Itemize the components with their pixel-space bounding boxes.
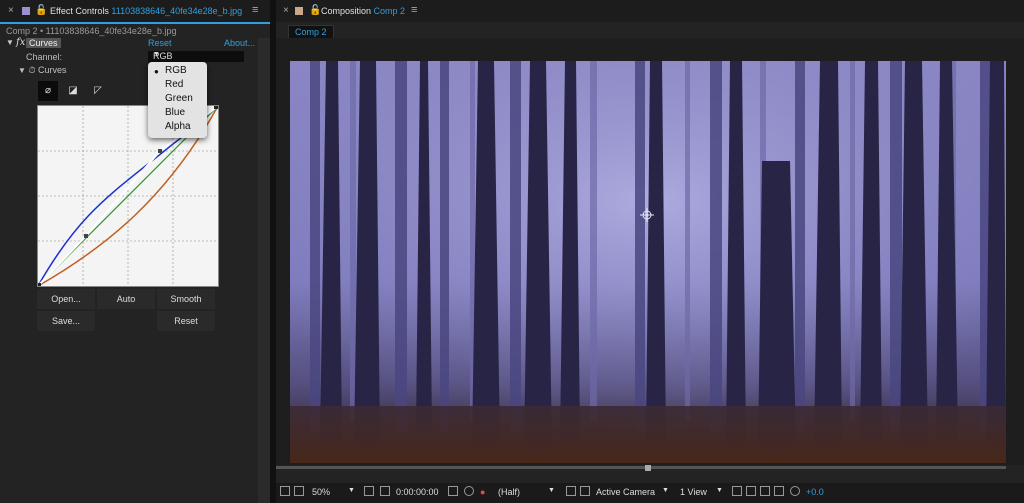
comp-flowchart-icon[interactable] xyxy=(774,486,784,496)
chevron-down-icon[interactable]: ▼ xyxy=(348,487,355,494)
viewer-toolbar: 50% ▼ 0:00:00:00 ● (Half) ▼ Active Camer… xyxy=(276,483,1024,503)
reset-button[interactable]: Reset xyxy=(157,311,215,331)
view-layout-select[interactable]: 1 View xyxy=(680,487,707,497)
transparency-grid-icon[interactable] xyxy=(380,486,390,496)
camera-snapshot-icon[interactable] xyxy=(448,486,458,496)
disclosure-down-icon[interactable]: ▼ xyxy=(6,38,14,47)
active-panel-border xyxy=(0,22,272,24)
channel-option-green[interactable]: Green xyxy=(165,93,193,104)
layer-path: Comp 2 • 11103838646_40fe34e28e_b.jpg xyxy=(6,26,177,36)
effect-icon xyxy=(22,7,30,15)
resolution-select[interactable]: (Half) xyxy=(498,487,520,497)
always-preview-icon[interactable] xyxy=(280,486,290,496)
channel-option-alpha[interactable]: Alpha xyxy=(165,121,191,132)
fast-previews-icon[interactable] xyxy=(566,486,576,496)
chevron-down-icon[interactable]: ▼ xyxy=(548,487,555,494)
chevron-down-icon: ▼ xyxy=(153,51,160,58)
exposure-value[interactable]: +0.0 xyxy=(806,487,824,497)
menu-icon[interactable]: ≡ xyxy=(411,4,417,16)
about-link[interactable]: About... xyxy=(224,38,255,48)
camera-select[interactable]: Active Camera xyxy=(596,487,655,497)
toggle-grid-icon[interactable] xyxy=(580,486,590,496)
curve-mode-pencil-button[interactable]: ◪ xyxy=(63,81,83,101)
channel-option-rgb[interactable]: RGB xyxy=(165,65,187,76)
forest-image[interactable] xyxy=(290,61,1006,463)
curve-point[interactable] xyxy=(214,105,218,109)
composition-tab-prefix: Composition xyxy=(321,6,372,16)
color-channel-icon[interactable]: ● xyxy=(480,487,485,497)
composition-icon xyxy=(295,7,303,15)
forest-floor xyxy=(290,406,1006,463)
curve-point[interactable] xyxy=(84,234,88,238)
timeline-icon[interactable] xyxy=(760,486,770,496)
close-icon[interactable]: × xyxy=(8,5,14,16)
time-navigator[interactable] xyxy=(276,466,1006,469)
tab-title-prefix: Effect Controls xyxy=(50,6,109,16)
curves-sublabel: Curves xyxy=(37,65,67,75)
channel-label: Channel: xyxy=(26,52,63,62)
time-navigator-handle[interactable] xyxy=(645,465,651,471)
auto-button[interactable]: Auto xyxy=(97,289,155,309)
comp-nav-chip[interactable]: Comp 2 xyxy=(288,25,334,39)
show-channel-icon[interactable] xyxy=(464,486,474,496)
chevron-down-icon[interactable]: ▼ xyxy=(662,487,669,494)
smooth-button[interactable]: Smooth xyxy=(157,289,215,309)
display-icon[interactable] xyxy=(294,486,304,496)
curve-point[interactable] xyxy=(158,149,162,153)
composition-tab[interactable]: Composition Comp 2 xyxy=(321,6,405,16)
curves-property: ▼ ⏱ Curves xyxy=(18,65,67,76)
channel-dropdown-menu: ● RGB Red Green Blue Alpha xyxy=(148,62,207,138)
curve-mode-size-button[interactable]: ◸ xyxy=(88,81,108,101)
exposure-reset-icon[interactable] xyxy=(790,486,800,496)
stopwatch-icon[interactable]: ⏱ xyxy=(28,65,35,75)
vertical-scrollbar[interactable] xyxy=(258,38,270,503)
composition-tab-comp: Comp 2 xyxy=(373,6,406,16)
effect-name[interactable]: Curves xyxy=(26,38,61,48)
menu-icon[interactable]: ≡ xyxy=(252,4,258,16)
tab-title-file: 11103838646_40fe34e28e_b.jpg xyxy=(111,6,243,16)
curve-mode-point-button[interactable]: ⌀ xyxy=(38,81,58,101)
channel-option-red[interactable]: Red xyxy=(165,79,183,90)
lock-icon[interactable]: 🔓 xyxy=(35,5,47,16)
selected-bullet-icon: ● xyxy=(154,67,159,76)
close-icon[interactable]: × xyxy=(283,5,289,16)
lock-icon[interactable]: 🔓 xyxy=(309,5,321,16)
channel-select[interactable]: RGB ▼ xyxy=(148,51,244,62)
zoom-select[interactable]: 50% xyxy=(312,487,330,497)
chevron-down-icon[interactable]: ▼ xyxy=(716,487,723,494)
open-button[interactable]: Open... xyxy=(37,289,95,309)
curve-point[interactable] xyxy=(37,283,41,287)
save-button[interactable]: Save... xyxy=(37,311,95,331)
disclosure-down-icon[interactable]: ▼ xyxy=(18,66,26,75)
reset-link[interactable]: Reset xyxy=(148,38,172,48)
effect-header-row: ▼ fx Curves Reset About... xyxy=(0,37,258,50)
toggle-pixel-aspect-icon[interactable] xyxy=(732,486,742,496)
fx-icon[interactable]: fx xyxy=(16,37,25,48)
reset-view-icon[interactable] xyxy=(746,486,756,496)
channel-option-blue[interactable]: Blue xyxy=(165,107,185,118)
region-of-interest-icon[interactable] xyxy=(364,486,374,496)
current-time[interactable]: 0:00:00:00 xyxy=(396,487,439,497)
effect-controls-tab[interactable]: Effect Controls 11103838646_40fe34e28e_b… xyxy=(50,6,242,16)
